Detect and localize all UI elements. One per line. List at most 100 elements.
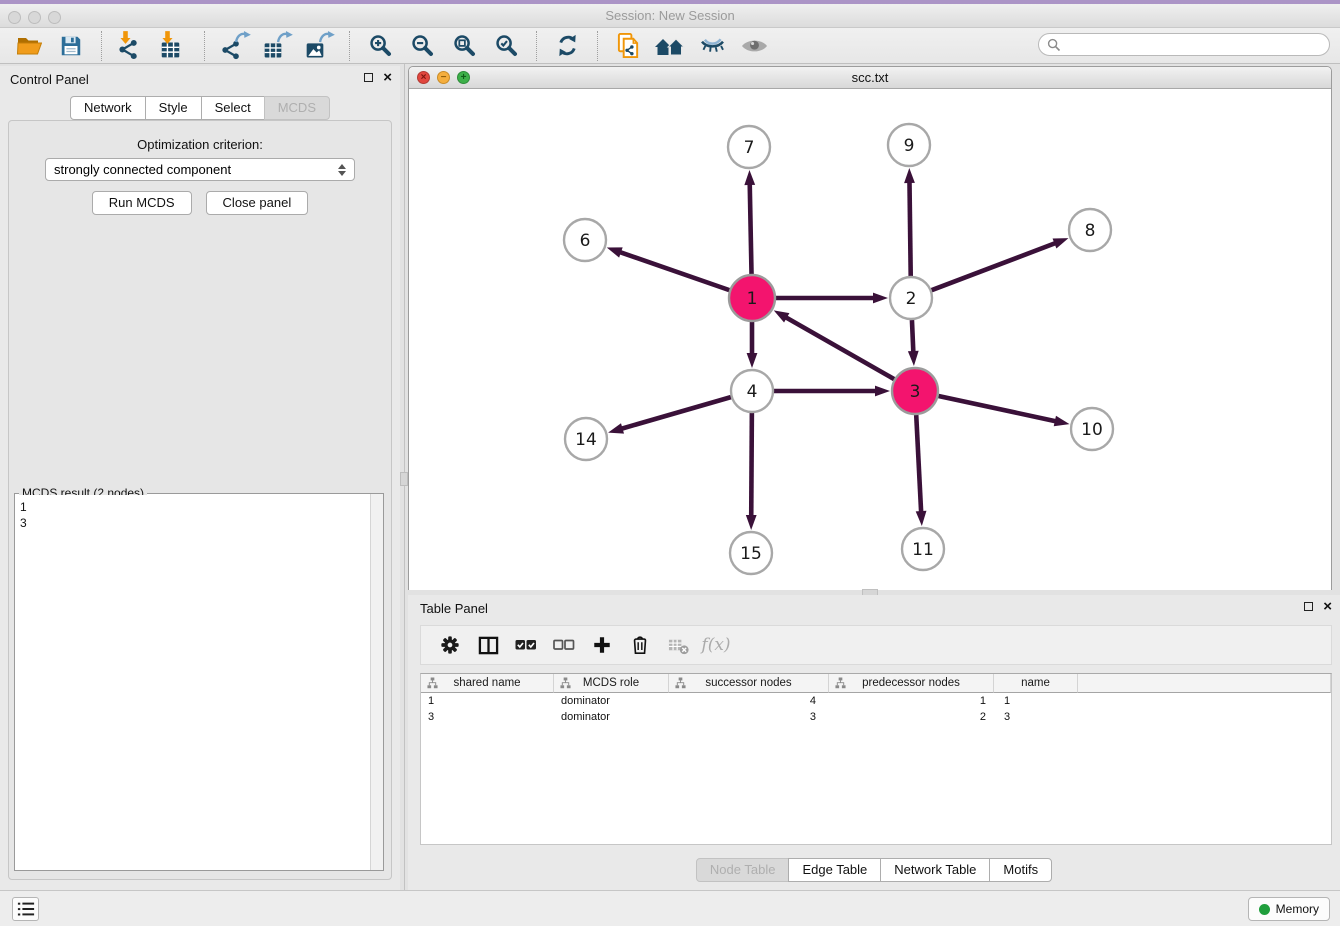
graph-edge-3-11[interactable] [916,415,921,513]
graph-node-label: 7 [744,138,755,158]
first-neighbors-button[interactable] [654,31,686,61]
export-network-button[interactable] [219,31,251,61]
hide-selected-button[interactable] [696,31,728,61]
table-row[interactable]: 3dominator323 [421,709,1331,725]
table-row[interactable]: 1dominator411 [421,693,1331,709]
download-arrow-icon [120,31,131,44]
table-settings-button[interactable] [433,629,467,661]
close-panel-icon[interactable]: × [1323,601,1332,612]
tab-select[interactable]: Select [201,96,265,120]
copy-network-icon [616,32,641,59]
open-session-button[interactable] [13,31,45,61]
column-header-successor-nodes[interactable]: successor nodes [669,674,829,693]
network-canvas[interactable]: 7 9 6 8 1 2 4 3 14 10 15 11 [409,89,1331,590]
tab-edge-table[interactable]: Edge Table [788,858,881,882]
toggle-column-display-button[interactable] [471,629,505,661]
export-table-button[interactable] [261,31,293,61]
graph-node-11[interactable]: 11 [902,528,944,570]
zoom-selected-button[interactable] [490,31,522,61]
graph-edge-2-9[interactable] [909,181,910,276]
network-window-titlebar[interactable]: × − + scc.txt [409,67,1331,89]
close-panel-icon[interactable]: × [383,72,392,83]
column-header-predecessor-nodes[interactable]: predecessor nodes [829,674,994,693]
network-graph[interactable]: 7 9 6 8 1 2 4 3 14 10 15 11 [409,89,1331,590]
optimization-criterion-select[interactable]: strongly connected component [45,158,355,181]
close-panel-button[interactable]: Close panel [206,191,309,215]
tab-style[interactable]: Style [145,96,202,120]
network-minimize-button[interactable]: − [437,71,450,84]
graph-node-8[interactable]: 8 [1069,209,1111,251]
graph-node-3[interactable]: 3 [892,368,938,414]
run-mcds-button[interactable]: Run MCDS [92,191,192,215]
graph-node-6[interactable]: 6 [564,219,606,261]
zoom-out-button[interactable] [406,31,438,61]
refresh-view-button[interactable] [551,31,583,61]
vertical-splitter[interactable] [400,64,408,890]
import-table-button[interactable] [158,31,190,61]
tab-node-table[interactable]: Node Table [696,858,790,882]
new-network-from-selection-button[interactable] [612,31,644,61]
graph-node-2[interactable]: 2 [890,277,932,319]
select-all-rows-button[interactable] [509,629,543,661]
graph-edge-1-7[interactable] [750,183,752,274]
show-panel-list-button[interactable] [12,897,39,921]
deselect-all-rows-button[interactable] [547,629,581,661]
memory-label: Memory [1276,902,1319,916]
graph-node-label: 6 [580,231,591,251]
close-window-button[interactable] [8,11,21,24]
zoom-window-button[interactable] [48,11,61,24]
search-icon [1047,38,1061,52]
checked-boxes-icon [515,634,537,656]
tab-motifs[interactable]: Motifs [989,858,1052,882]
toolbar-separator [101,31,102,61]
open-folder-icon [16,34,42,58]
export-image-button[interactable] [303,31,335,61]
network-maximize-button[interactable]: + [457,71,470,84]
graph-node-7[interactable]: 7 [728,126,770,168]
minimize-window-button[interactable] [28,11,41,24]
search-box[interactable] [1038,33,1330,56]
graph-edge-4-14[interactable] [621,397,731,429]
splitter-grip[interactable] [400,472,408,486]
add-column-button[interactable] [585,629,619,661]
optimization-criterion-label: Optimization criterion: [0,137,400,152]
tab-mcds[interactable]: MCDS [264,96,330,120]
column-header-name[interactable]: name [994,674,1078,693]
graph-node-14[interactable]: 14 [565,418,607,460]
graph-edge-2-8[interactable] [932,243,1057,290]
result-scrollbar[interactable] [370,494,383,870]
window-controls [8,11,61,24]
graph-edge-2-3[interactable] [912,320,913,353]
graph-node-4[interactable]: 4 [731,370,773,412]
mcds-result-value: 1 [20,499,365,515]
graph-node-label: 15 [740,544,762,564]
zoom-fit-button[interactable] [448,31,480,61]
graph-node-15[interactable]: 15 [730,532,772,574]
column-header-shared-name[interactable]: shared name [421,674,554,693]
save-session-button[interactable] [55,31,87,61]
network-close-button[interactable]: × [417,71,430,84]
search-input[interactable] [1067,37,1321,52]
float-panel-icon[interactable] [364,73,373,82]
import-network-button[interactable] [116,31,148,61]
graph-edge-3-10[interactable] [938,396,1056,421]
graph-edge-3-1[interactable] [785,317,894,379]
show-all-button[interactable] [738,31,770,61]
delete-column-button[interactable] [623,629,657,661]
application-window: Session: New Session [0,0,1340,926]
graph-edge-1-6[interactable] [619,252,729,290]
tab-network-table[interactable]: Network Table [880,858,990,882]
mcds-result-list[interactable]: 13 [15,495,370,870]
graph-node-10[interactable]: 10 [1071,408,1113,450]
column-header-mcds-role[interactable]: MCDS role [554,674,669,693]
graph-node-1[interactable]: 1 [729,275,775,321]
graph-edge-4-15[interactable] [751,413,752,517]
import-table-icon [160,32,188,60]
graph-edge-arrowhead [916,511,927,526]
graph-node-9[interactable]: 9 [888,124,930,166]
table-cell: 1 [829,693,994,709]
tab-network[interactable]: Network [70,96,146,120]
zoom-in-button[interactable] [364,31,396,61]
float-panel-icon[interactable] [1304,602,1313,611]
memory-button[interactable]: Memory [1248,897,1330,921]
